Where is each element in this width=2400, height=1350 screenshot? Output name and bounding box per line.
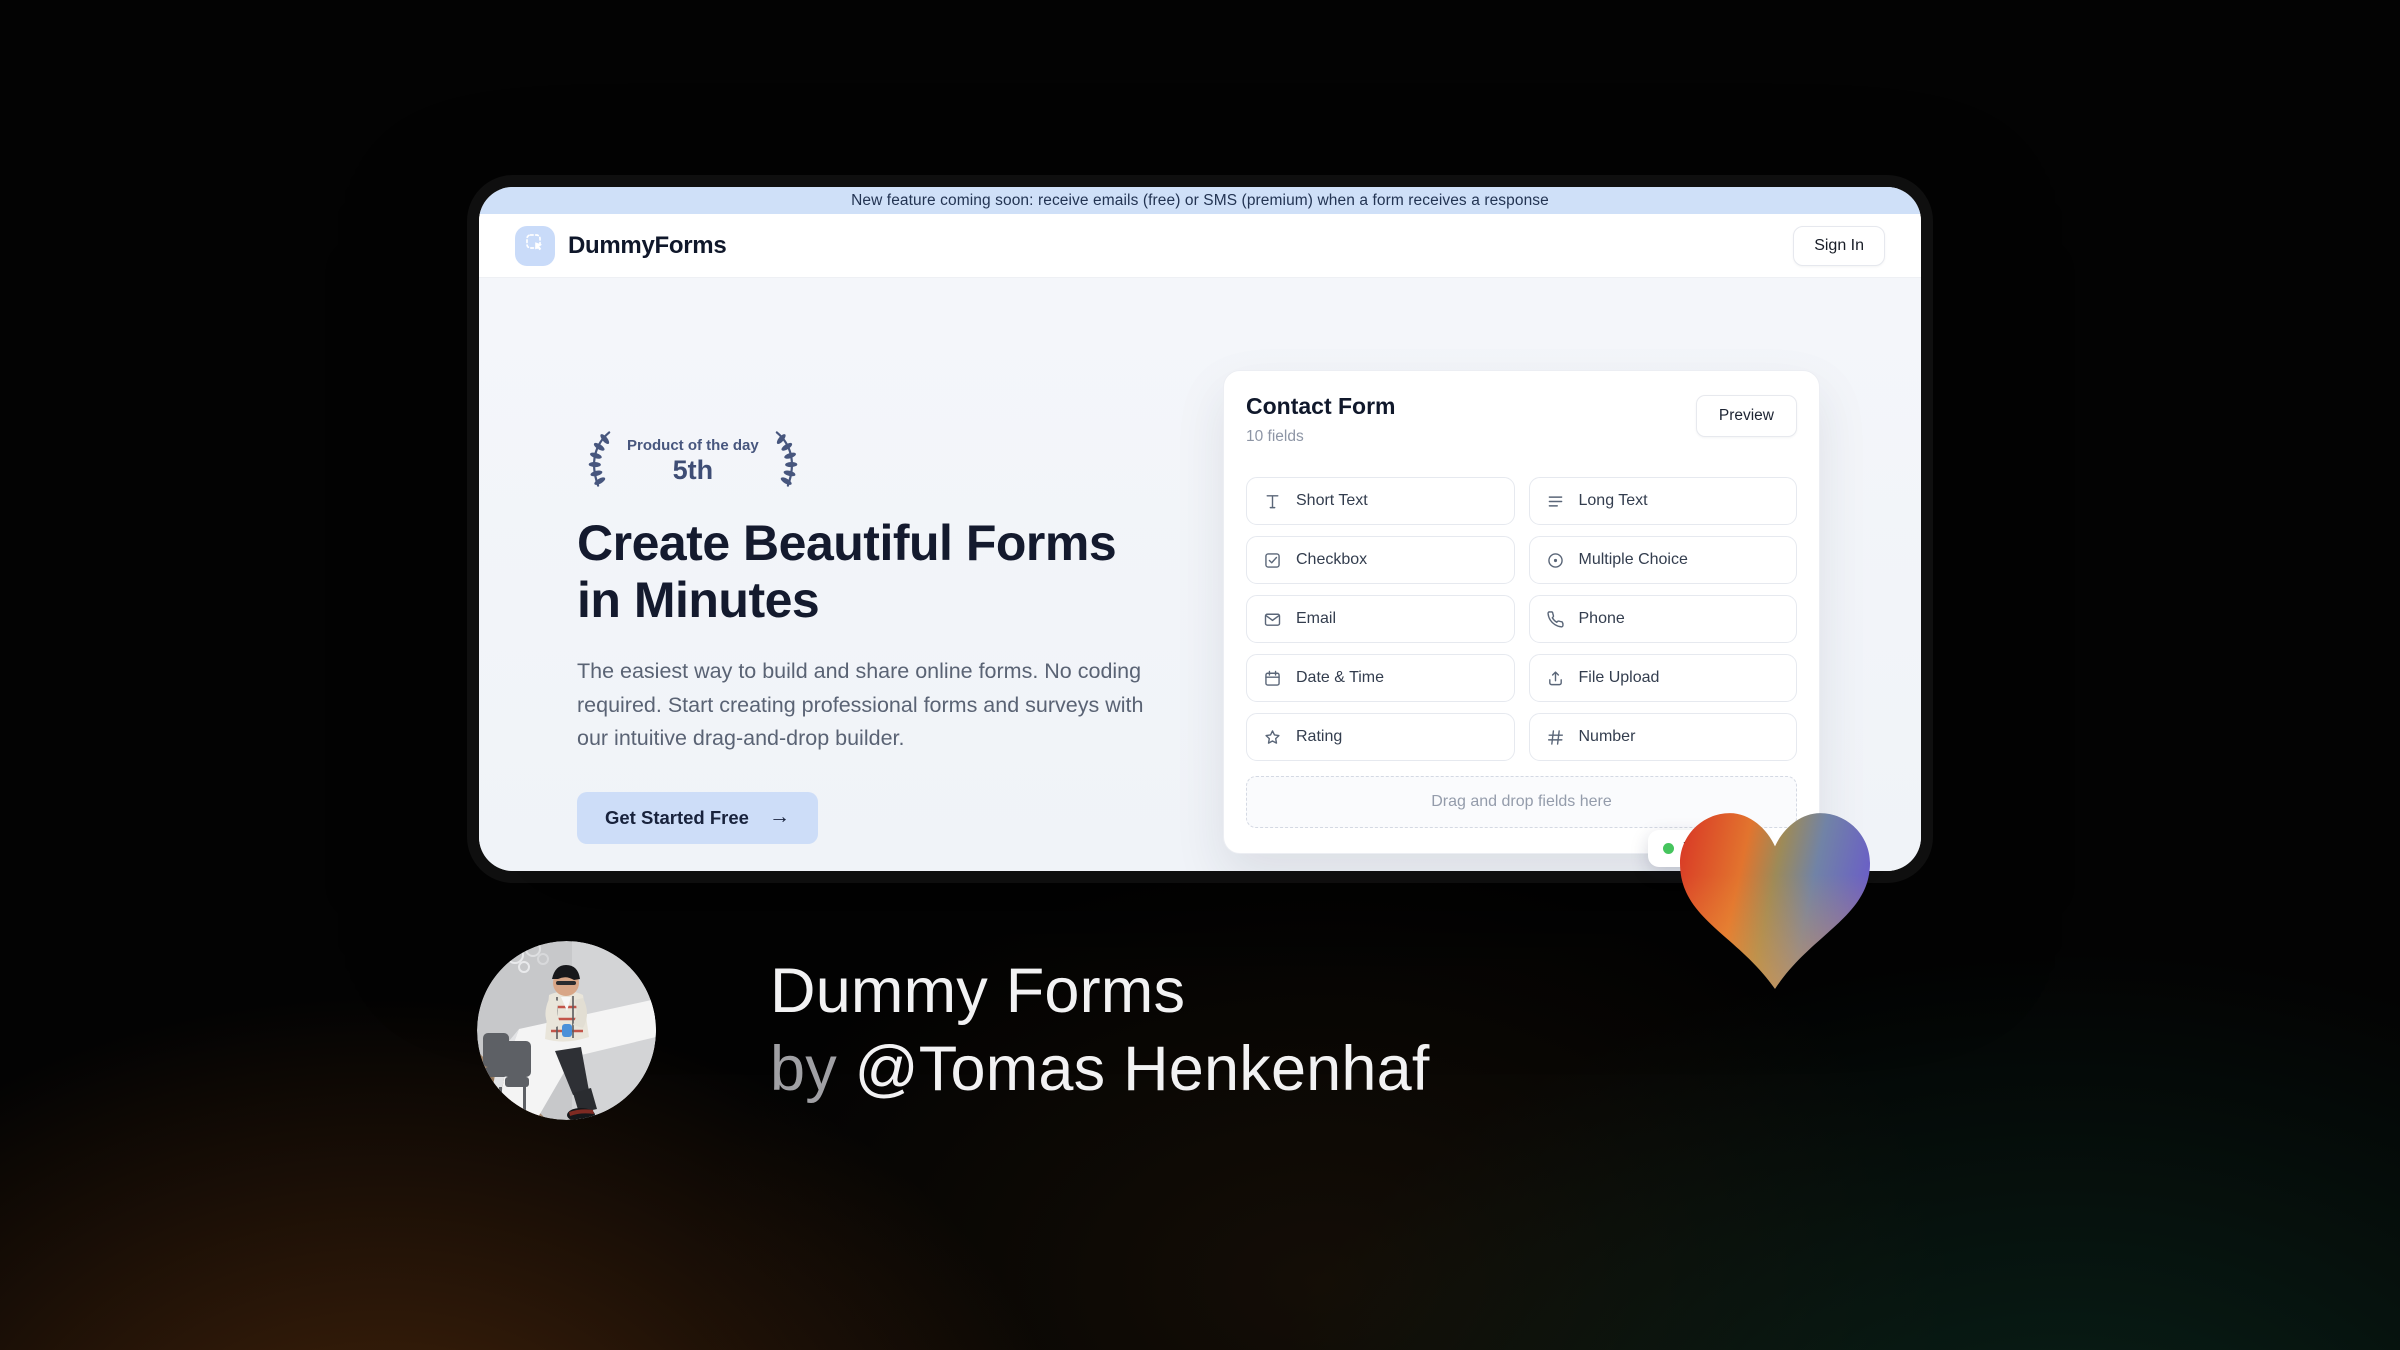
rating-icon	[1262, 727, 1283, 748]
promo-canvas: New feature coming soon: receive emails …	[0, 0, 2400, 1350]
dummyforms-logo[interactable]	[515, 225, 555, 266]
award-rank: 5th	[672, 455, 714, 485]
dropzone-text: Drag and drop fields here	[1431, 793, 1612, 810]
preview-button[interactable]: Preview	[1695, 395, 1797, 437]
field-type-email[interactable]: Email	[1246, 595, 1515, 643]
field-type-grid: Short Text Long Text Checkbox Multiple Choi…	[1246, 477, 1797, 761]
field-type-short-text[interactable]: Short Text	[1246, 477, 1515, 525]
credit-title: Dummy Forms	[770, 956, 1186, 1026]
app-header: DummyForms Sign In	[479, 214, 1921, 278]
announcement-text: New feature coming soon: receive emails …	[851, 191, 1549, 209]
announcement-banner: New feature coming soon: receive emails …	[479, 187, 1921, 214]
long-text-icon	[1545, 491, 1566, 512]
field-type-phone[interactable]: Phone	[1528, 595, 1797, 643]
field-type-long-text[interactable]: Long Text	[1528, 477, 1797, 525]
cursor-select-icon	[523, 231, 547, 260]
award-text: Product of the day 5th	[623, 437, 763, 486]
laurel-right-icon	[769, 428, 809, 495]
field-type-label: Long Text	[1578, 492, 1648, 509]
field-type-label: Checkbox	[1296, 551, 1368, 568]
date-time-icon	[1262, 668, 1283, 689]
author-avatar	[477, 941, 656, 1120]
product-of-the-day-badge: Product of the day 5th	[577, 428, 1177, 495]
field-type-number[interactable]: Number	[1528, 713, 1797, 761]
field-type-label: Phone	[1578, 610, 1625, 627]
field-type-file-upload[interactable]: File Upload	[1528, 654, 1797, 702]
email-icon	[1262, 609, 1283, 630]
field-type-label: Rating	[1296, 728, 1343, 745]
credit-by-prefix: by	[770, 1034, 855, 1105]
multiple-choice-icon	[1545, 550, 1566, 571]
get-started-button[interactable]: Get Started Free →	[577, 791, 818, 844]
cta-label: Get Started Free	[605, 806, 749, 828]
field-type-date-time[interactable]: Date & Time	[1246, 654, 1515, 702]
hero-subtext: The easiest way to build and share onlin…	[577, 659, 1144, 751]
field-type-label: Date & Time	[1296, 669, 1385, 686]
number-icon	[1545, 727, 1566, 748]
award-title: Product of the day	[627, 437, 759, 454]
gradient-heart-icon	[1680, 813, 1870, 994]
credit-byline: by @Tomas Henkenhaf	[770, 1030, 1430, 1108]
file-upload-icon	[1545, 668, 1566, 689]
online-status-dot-icon	[1663, 843, 1674, 854]
browser-window: New feature coming soon: receive emails …	[479, 187, 1921, 871]
phone-icon	[1545, 609, 1566, 630]
brand-name: DummyForms	[568, 231, 727, 259]
field-type-rating[interactable]: Rating	[1246, 713, 1515, 761]
field-type-label: Number	[1578, 728, 1636, 745]
form-builder-card: Contact Form 10 fields Preview Short Tex…	[1223, 370, 1820, 854]
hero-section: Product of the day 5th Create Beautiful …	[479, 278, 1921, 871]
sign-in-button[interactable]: Sign In	[1793, 225, 1885, 266]
laurel-left-icon	[577, 428, 617, 495]
checkbox-icon	[1262, 550, 1283, 571]
field-type-label: Email	[1296, 610, 1337, 627]
hero-copy: Product of the day 5th Create Beautiful …	[577, 428, 1177, 844]
field-type-label: Multiple Choice	[1578, 551, 1688, 568]
field-type-multiple-choice[interactable]: Multiple Choice	[1528, 536, 1797, 584]
credit-block: Dummy Forms by @Tomas Henkenhaf	[770, 952, 1430, 1108]
hero-headline: Create Beautiful Forms in Minutes	[577, 515, 1117, 628]
short-text-icon	[1262, 491, 1283, 512]
arrow-right-icon: →	[768, 805, 790, 829]
field-type-checkbox[interactable]: Checkbox	[1246, 536, 1515, 584]
field-type-label: File Upload	[1578, 669, 1660, 686]
credit-author: @Tomas Henkenhaf	[854, 1034, 1430, 1105]
form-builder-header: Contact Form 10 fields Preview	[1246, 393, 1797, 455]
field-type-label: Short Text	[1296, 492, 1368, 509]
